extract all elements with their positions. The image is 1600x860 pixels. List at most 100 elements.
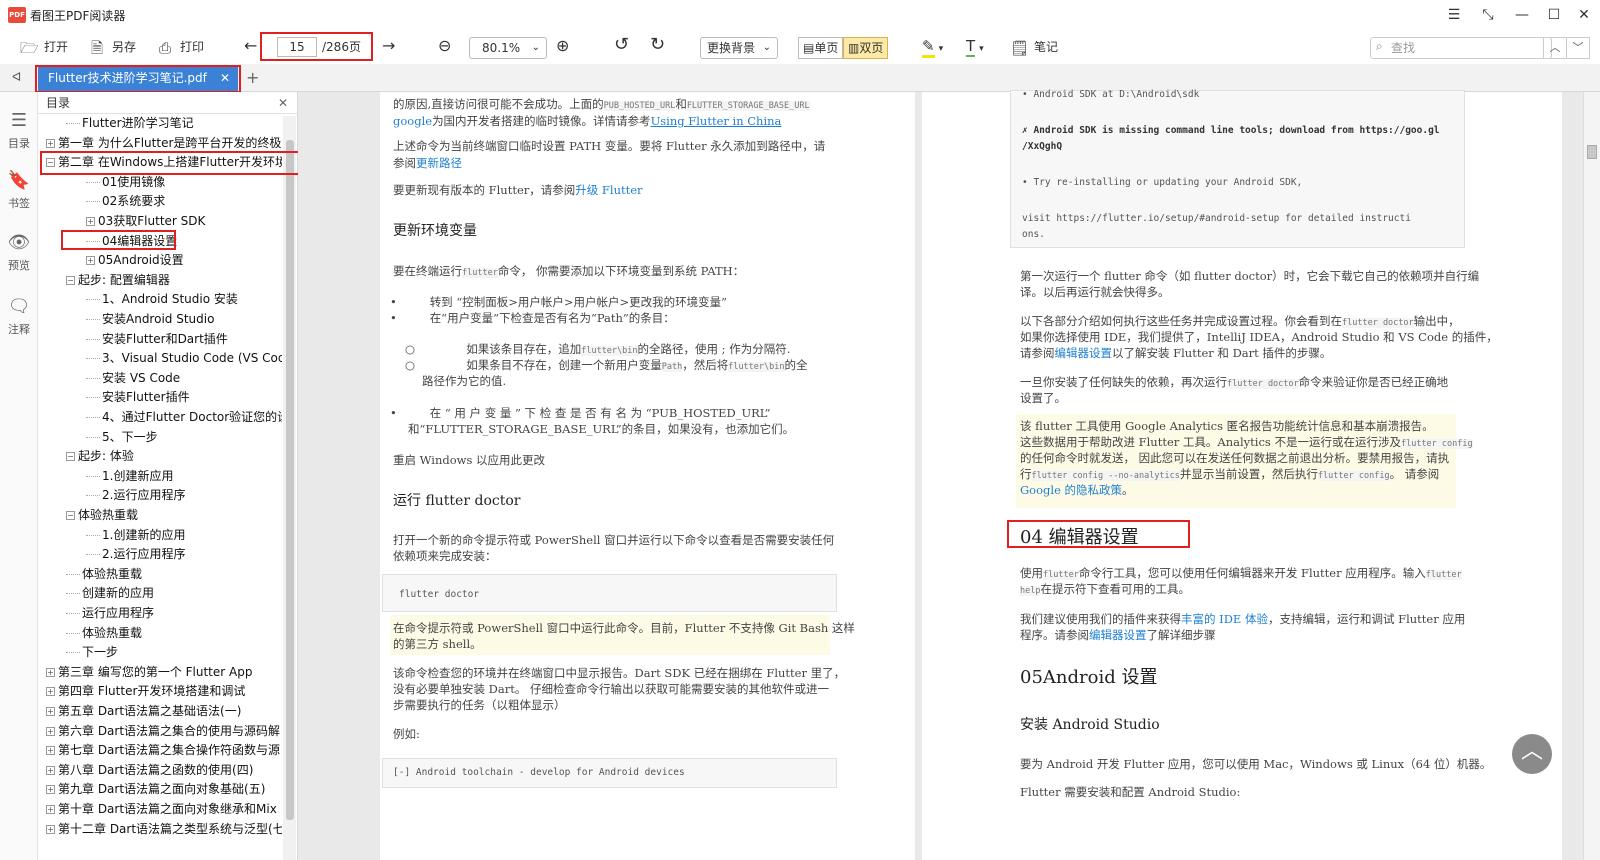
toc-item[interactable]: 1、Android Studio 安装 xyxy=(86,290,238,309)
save-as-button[interactable]: 🗎 另存 xyxy=(88,37,136,57)
toc-item[interactable]: 1.创建新的应用 xyxy=(86,526,185,545)
toc-item-label: Flutter进阶学习笔记 xyxy=(82,116,194,130)
tree-connector xyxy=(86,299,100,301)
search-next-button[interactable]: ﹀ xyxy=(1566,37,1590,59)
double-page-button[interactable]: ▥双页 xyxy=(843,37,889,59)
close-icon[interactable]: ✕ xyxy=(278,92,288,114)
toc-item-label: 第十二章 Dart语法篇之类型系统与泛型(七 xyxy=(58,821,282,836)
toc-item[interactable]: + 第三章 编写您的第一个 Flutter App xyxy=(46,663,252,682)
toc-item-label: 第一章 为什么Flutter是跨平台开发的终极 xyxy=(58,135,282,150)
toc-item[interactable]: +05Android设置 xyxy=(86,251,184,270)
toc-scroll-thumb[interactable] xyxy=(286,140,294,820)
toc-item[interactable]: 安装Android Studio xyxy=(86,310,214,329)
toc-item[interactable]: 体验热重载 xyxy=(66,624,142,643)
expand-icon[interactable]: + xyxy=(46,707,55,716)
tree-connector xyxy=(66,632,80,634)
search-prev-button[interactable]: ︿ xyxy=(1543,37,1567,59)
print-button[interactable]: ⎙ 打印 xyxy=(156,37,204,57)
toc-item[interactable]: 4、通过Flutter Doctor验证您的设 xyxy=(86,408,282,427)
toc-item[interactable]: 02系统要求 xyxy=(86,192,165,211)
rotate-left-button[interactable]: ↺ xyxy=(614,35,629,55)
bookmark-nav-button[interactable]: 🔖 书签 xyxy=(0,170,38,211)
back-to-top-button[interactable]: ︿ xyxy=(1512,734,1552,774)
single-page-icon: ▤ xyxy=(803,41,815,55)
toc-item[interactable]: 运行应用程序 xyxy=(66,604,154,623)
annotation-nav-button[interactable]: 🗨 注释 xyxy=(0,296,38,337)
open-button[interactable]: 🗁 打开 xyxy=(20,37,68,57)
document-scrollbar[interactable] xyxy=(1583,92,1600,860)
toc-item[interactable]: + 第八章 Dart语法篇之函数的使用(四) xyxy=(46,761,253,780)
expand-icon[interactable]: + xyxy=(46,687,55,697)
toc-item[interactable]: + 第六章 Dart语法篇之集合的使用与源码解 xyxy=(46,722,280,741)
toc-item[interactable]: 01使用镜像 xyxy=(86,173,165,192)
toc-item[interactable]: 2.运行应用程序 xyxy=(86,486,185,505)
left-p4: 要在终端运行flutter命令， 你需要添加以下环境变量到系统 PATH： xyxy=(393,264,745,278)
prev-page-button[interactable]: ← xyxy=(244,36,257,56)
collapse-panel-icon[interactable]: ᐊ xyxy=(12,70,21,84)
toc-item[interactable]: 安装Flutter和Dart插件 xyxy=(86,330,228,349)
expand-icon[interactable]: + xyxy=(46,138,55,148)
toc-item[interactable]: 3、Visual Studio Code (VS Cod xyxy=(86,349,282,368)
expand-icon[interactable]: + xyxy=(46,667,55,677)
add-tab-icon[interactable]: + xyxy=(246,68,259,87)
document-scroll-thumb[interactable] xyxy=(1587,145,1597,159)
page-number-input[interactable]: 15 xyxy=(277,37,317,57)
toc-item[interactable]: 下一步 xyxy=(66,643,118,662)
highlight-button[interactable]: ✎ ▾ xyxy=(922,36,943,58)
collapse-icon[interactable]: − xyxy=(66,511,75,520)
toc-item-label: 1.创建新的应用 xyxy=(102,527,186,542)
collapse-icon[interactable]: − xyxy=(66,452,75,462)
zoom-in-button[interactable]: ⊕ xyxy=(556,36,569,56)
toc-item-label: 5、下一步 xyxy=(102,429,158,444)
rotate-right-button[interactable]: ↻ xyxy=(650,35,665,55)
text-tool-button[interactable]: T ▾ xyxy=(966,36,984,57)
toc-item[interactable]: 创建新的应用 xyxy=(66,584,154,603)
expand-icon[interactable]: + xyxy=(46,805,55,814)
background-select[interactable]: 更换背景 ⌄ xyxy=(700,37,778,59)
note-button[interactable]: 🗒 笔记 xyxy=(1010,37,1058,57)
expand-icon[interactable]: + xyxy=(86,217,95,226)
menu-icon[interactable]: ☰ xyxy=(1440,5,1468,25)
toc-item[interactable]: + 第九章 Dart语法篇之面向对象基础(五) xyxy=(46,780,265,799)
toc-item[interactable]: + 第五章 Dart语法篇之基础语法(一) xyxy=(46,702,241,721)
toc-nav-button[interactable]: ☰ 目录 xyxy=(0,110,38,151)
maximize-button[interactable]: ☐ xyxy=(1540,5,1568,25)
next-page-button[interactable]: → xyxy=(382,36,395,56)
toc-item[interactable]: 2.运行应用程序 xyxy=(86,545,185,564)
search-input[interactable]: 查找 xyxy=(1370,37,1552,59)
toc-item-label: 第九章 Dart语法篇之面向对象基础(五) xyxy=(58,782,266,797)
collapse-icon[interactable]: − xyxy=(66,275,75,285)
preview-nav-button[interactable]: 👁 预览 xyxy=(0,232,38,273)
expand-icon[interactable]: + xyxy=(86,256,95,266)
toc-item[interactable]: 安装 VS Code xyxy=(86,369,180,388)
toc-item[interactable]: +03获取Flutter SDK xyxy=(86,212,205,231)
expand-icon[interactable]: + xyxy=(46,746,55,756)
close-button[interactable]: ✕ xyxy=(1570,5,1598,25)
toc-item[interactable]: Flutter进阶学习笔记 xyxy=(66,114,194,133)
toc-item[interactable]: + 第一章 为什么Flutter是跨平台开发的终极 xyxy=(46,134,281,153)
chevron-up-icon: ︿ xyxy=(1520,739,1543,764)
toc-item[interactable]: 5、下一步 xyxy=(86,428,158,447)
tree-connector xyxy=(86,377,100,379)
tree-connector xyxy=(66,573,80,575)
minimize-button[interactable]: — xyxy=(1508,5,1536,25)
zoom-out-button[interactable]: ⊖ xyxy=(438,36,451,56)
zoom-select[interactable]: 80.1% ⌄ xyxy=(469,37,547,59)
expand-icon[interactable]: + xyxy=(46,765,55,775)
toc-item[interactable]: + 第十二章 Dart语法篇之类型系统与泛型(七 xyxy=(46,820,282,839)
toc-item[interactable]: + 第七章 Dart语法篇之集合操作符函数与源 xyxy=(46,741,280,760)
toc-item[interactable]: 安装Flutter插件 xyxy=(86,388,190,407)
toc-item[interactable]: + 第四章 Flutter开发环境搭建和调试 xyxy=(46,682,245,701)
toc-item[interactable]: + 第十章 Dart语法篇之面向对象继承和Mix xyxy=(46,800,277,819)
toc-item[interactable]: − 体验热重载 xyxy=(66,506,138,525)
toc-item[interactable]: 1.创建新应用 xyxy=(86,467,173,486)
toc-item[interactable]: − 起步: 体验 xyxy=(66,447,134,466)
expand-icon[interactable]: + xyxy=(46,726,55,736)
fullscreen-icon[interactable]: ⤡ xyxy=(1474,5,1502,25)
toc-item[interactable]: − 起步: 配置编辑器 xyxy=(66,271,170,290)
expand-icon[interactable]: + xyxy=(46,785,55,795)
single-page-button[interactable]: ▤单页 xyxy=(798,37,844,59)
toc-item[interactable]: 体验热重载 xyxy=(66,565,142,584)
expand-icon[interactable]: + xyxy=(46,824,55,834)
toc-list: Flutter进阶学习笔记 + 第一章 为什么Flutter是跨平台开发的终极 − 第二… xyxy=(38,114,282,860)
